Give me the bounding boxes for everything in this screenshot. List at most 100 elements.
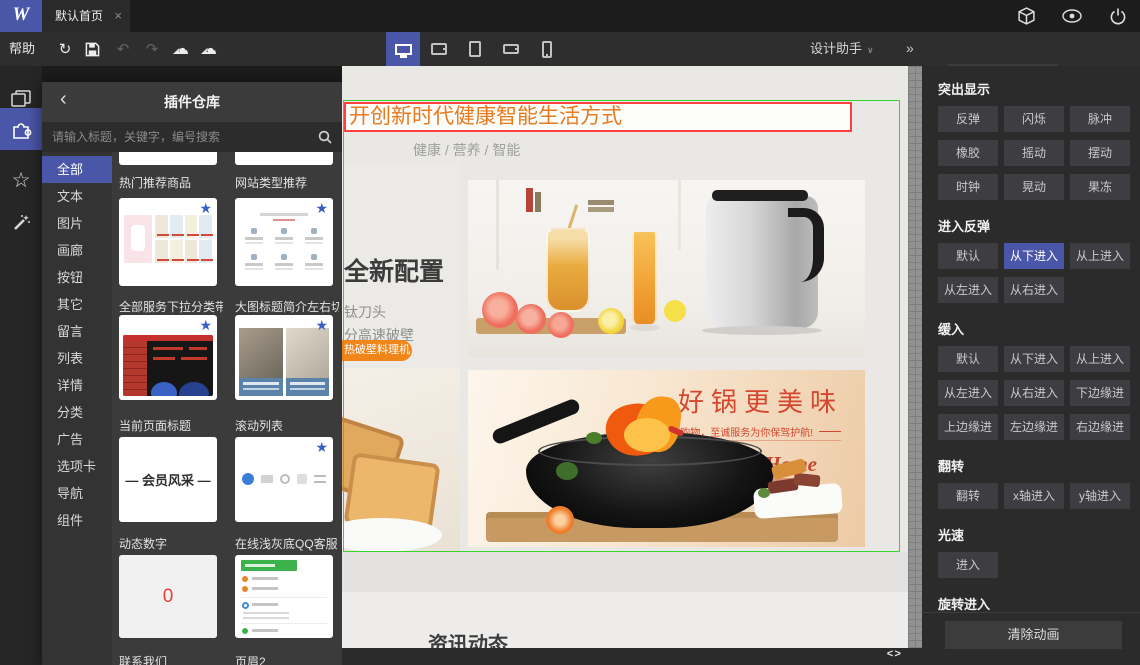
selected-heading-element[interactable]: 开创新时代健康智能生活方式: [344, 102, 852, 132]
anim-effect-button[interactable]: 下边缘进: [1070, 380, 1130, 406]
plugin-category-item[interactable]: 留言: [42, 318, 112, 345]
anim-effect-button[interactable]: 默认: [938, 243, 998, 269]
clear-animation-button[interactable]: 清除动画: [945, 621, 1122, 649]
anim-section-title: 光速: [938, 528, 965, 543]
plugin-item-label: 动态数字: [119, 537, 168, 551]
eye-preview-icon[interactable]: [1062, 6, 1082, 26]
magic-wand-icon[interactable]: [0, 202, 42, 244]
favorite-star-icon[interactable]: ★: [315, 201, 328, 215]
anim-effect-button[interactable]: 从左进入: [938, 277, 998, 303]
favorites-star-icon[interactable]: ☆: [0, 160, 42, 202]
left-banner-button[interactable]: 热破壁料理机: [342, 340, 412, 361]
plugin-card-services-dropdown[interactable]: ★: [119, 315, 217, 400]
anim-effect-button[interactable]: 闪烁: [1004, 106, 1064, 132]
device-tablet-portrait-button[interactable]: [458, 32, 492, 66]
plugins-icon[interactable]: [0, 108, 42, 150]
favorite-star-icon[interactable]: ★: [315, 318, 328, 332]
plugin-category-item[interactable]: 详情: [42, 372, 112, 399]
plugin-card-site-types[interactable]: ★: [235, 198, 333, 286]
anim-effect-button[interactable]: 默认: [938, 346, 998, 372]
anim-effect-button[interactable]: 上边缘进: [938, 414, 998, 440]
device-phone-portrait-button[interactable]: [530, 32, 564, 66]
wok-banner-image[interactable]: 好锅更美味 无忧购物，至诚服务为你保驾护航! Warm Home: [468, 370, 865, 547]
plugin-card-page-title[interactable]: — 会员风采 —: [119, 437, 217, 522]
plugin-item-label: 在线浅灰底QQ客服: [235, 537, 338, 551]
code-view-icon[interactable]: <>: [887, 649, 902, 661]
plugin-card-scroll-list[interactable]: ★: [235, 437, 333, 522]
expand-panel-button[interactable]: »: [906, 32, 914, 66]
page-tab[interactable]: 默认首页 ×: [42, 0, 130, 32]
anim-section: 翻转 翻转 x轴进入 y轴进入: [938, 459, 1140, 509]
page-tab-label: 默认首页: [55, 9, 104, 23]
anim-effect-button[interactable]: y轴进入: [1070, 483, 1130, 509]
anim-effect-button[interactable]: 晃动: [1004, 174, 1064, 200]
plugin-category-item[interactable]: 导航: [42, 480, 112, 507]
save-icon[interactable]: [85, 42, 103, 57]
anim-effect-button[interactable]: 翻转: [938, 483, 998, 509]
anim-effect-button[interactable]: 从下进入: [1004, 346, 1064, 372]
left-banner-feature: 钛刀头: [344, 304, 386, 320]
plugin-category-item[interactable]: 广告: [42, 426, 112, 453]
anim-effect-button[interactable]: 从右进入: [1004, 277, 1064, 303]
anim-effect-button[interactable]: 摆动: [1070, 140, 1130, 166]
anim-effect-button[interactable]: 右边缘进: [1070, 414, 1130, 440]
anim-effect-button[interactable]: 从左进入: [938, 380, 998, 406]
anim-effect-button[interactable]: 橡胶: [938, 140, 998, 166]
favorite-star-icon[interactable]: ★: [199, 318, 212, 332]
plugin-card-partial[interactable]: [235, 152, 333, 165]
anim-effect-button[interactable]: 从上进入: [1070, 243, 1130, 269]
plugin-card-hot-products[interactable]: ★: [119, 198, 217, 286]
plugin-category-item[interactable]: 组件: [42, 507, 112, 534]
canvas-subtitle[interactable]: 健康 / 营养 / 智能: [413, 140, 520, 160]
refresh-icon[interactable]: ↻: [56, 40, 74, 58]
plugin-category-item[interactable]: 其它: [42, 291, 112, 318]
plugin-item-label: 大图标题简介左右切...: [235, 300, 339, 314]
design-assistant-dropdown[interactable]: 设计助手 ∨: [810, 32, 874, 66]
canvas-scrollbar[interactable]: [908, 66, 922, 648]
anim-section: 进入反弹 默认 从下进入 从上进入 从左进入 从右进入: [938, 219, 1140, 303]
plugin-category-item[interactable]: 列表: [42, 345, 112, 372]
device-tablet-landscape-button[interactable]: [422, 32, 456, 66]
favorite-star-icon[interactable]: ★: [199, 201, 212, 215]
power-exit-icon[interactable]: [1108, 6, 1128, 26]
redo-icon[interactable]: ↷: [143, 40, 161, 58]
plugin-category-item[interactable]: 图片: [42, 210, 112, 237]
anim-effect-button[interactable]: 从上进入: [1070, 346, 1130, 372]
cloud-upload-icon[interactable]: ☁ ↑: [172, 39, 189, 59]
undo-icon[interactable]: ↶: [114, 40, 132, 58]
editor-canvas[interactable]: 开创新时代健康智能生活方式 健康 / 营养 / 智能 全新配置 钛刀头 分高速破…: [342, 66, 908, 665]
anim-effect-button[interactable]: 左边缘进: [1004, 414, 1064, 440]
device-desktop-button[interactable]: [386, 32, 420, 66]
preview-cube-icon[interactable]: [1016, 6, 1036, 26]
anim-effect-button[interactable]: x轴进入: [1004, 483, 1064, 509]
plugin-card-dynamic-number[interactable]: 0: [119, 555, 217, 638]
search-icon[interactable]: [314, 127, 336, 147]
plugin-category-item[interactable]: 分类: [42, 399, 112, 426]
favorite-star-icon[interactable]: ★: [315, 440, 328, 454]
plugin-item-label: 热门推荐商品: [119, 176, 192, 190]
anim-effect-button[interactable]: 果冻: [1070, 174, 1130, 200]
plugin-card-partial[interactable]: [119, 152, 217, 165]
anim-effect-button[interactable]: 从右进入: [1004, 380, 1064, 406]
close-tab-icon[interactable]: ×: [114, 0, 122, 32]
plugin-category-item[interactable]: 按钮: [42, 264, 112, 291]
anim-effect-button[interactable]: 脉冲: [1070, 106, 1130, 132]
plugin-category-item[interactable]: 画廊: [42, 237, 112, 264]
plugin-category-item[interactable]: 文本: [42, 183, 112, 210]
cloud-download-icon[interactable]: ☁ ↓: [200, 39, 217, 59]
anim-effect-button[interactable]: 进入: [938, 552, 998, 578]
help-button[interactable]: 帮助: [9, 32, 35, 66]
anim-effect-button[interactable]: 从下进入: [1004, 243, 1064, 269]
app-logo[interactable]: W: [0, 0, 42, 32]
site-types-thumbnail: [235, 213, 333, 275]
kettle-banner-image[interactable]: [468, 180, 865, 357]
plugin-card-big-image-slider[interactable]: ★: [235, 315, 333, 400]
plugin-search-input[interactable]: [42, 122, 304, 152]
anim-effect-button[interactable]: 反弹: [938, 106, 998, 132]
plugin-category-item[interactable]: 全部: [42, 156, 112, 183]
device-phone-landscape-button[interactable]: [494, 32, 528, 66]
anim-effect-button[interactable]: 摇动: [1004, 140, 1064, 166]
plugin-card-qq-service[interactable]: [235, 555, 333, 638]
anim-effect-button[interactable]: 时钟: [938, 174, 998, 200]
plugin-category-item[interactable]: 选项卡: [42, 453, 112, 480]
